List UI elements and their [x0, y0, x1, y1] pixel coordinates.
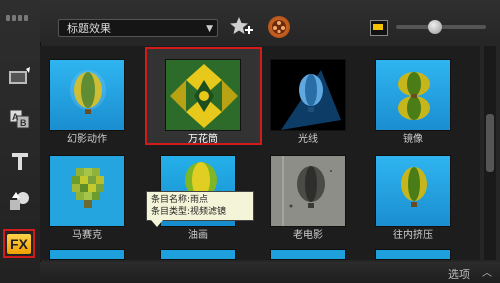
- effect-tile-7[interactable]: [270, 155, 346, 227]
- effect-tile-3[interactable]: [270, 59, 346, 131]
- library-toolbar: 标题效果 ▼: [40, 0, 500, 42]
- category-dropdown[interactable]: 标题效果 ▼: [58, 19, 218, 37]
- chevron-up-icon[interactable]: ︿: [480, 264, 494, 279]
- effect-tile-10[interactable]: [160, 249, 236, 260]
- graphics-icon[interactable]: [4, 186, 36, 216]
- chevron-down-icon: ▼: [206, 24, 213, 34]
- transition-icon[interactable]: A B: [4, 104, 36, 134]
- effect-tile-1[interactable]: [49, 59, 125, 131]
- add-favorite-icon[interactable]: [230, 16, 254, 38]
- effect-label-8: 往内挤压: [393, 230, 433, 241]
- view-mode-button[interactable]: [370, 20, 388, 36]
- effect-tile-12[interactable]: [375, 249, 451, 260]
- effect-label-2: 万花筒: [188, 134, 218, 145]
- options-button[interactable]: 选项: [448, 266, 470, 282]
- effect-tile-2[interactable]: [165, 59, 241, 131]
- film-reel-icon[interactable]: [268, 16, 290, 38]
- effect-tile-5[interactable]: [49, 155, 125, 227]
- library-sidebar: A B FX: [0, 0, 41, 283]
- media-icon[interactable]: [4, 62, 36, 92]
- effect-label-1: 幻影动作: [67, 134, 107, 145]
- svg-text:A: A: [12, 112, 19, 122]
- effect-tile-4[interactable]: [375, 59, 451, 131]
- category-selected-label: 标题效果: [67, 22, 111, 35]
- effect-label-3: 光线: [298, 134, 318, 145]
- slider-knob[interactable]: [428, 20, 442, 34]
- app-frame: A B FX 标题效果 ▼ 幻影动作 万花筒 光线 镜像 马赛克 油画 老电影 …: [0, 0, 500, 283]
- effect-tile-11[interactable]: [270, 249, 346, 260]
- effect-label-4: 镜像: [403, 134, 423, 145]
- svg-text:B: B: [20, 118, 27, 128]
- thumbnail-size-slider[interactable]: [396, 20, 486, 34]
- scrollbar-thumb[interactable]: [486, 114, 494, 172]
- view-mode-icon: [373, 24, 383, 30]
- grip-icon[interactable]: [6, 6, 32, 21]
- effect-label-7: 老电影: [293, 230, 323, 241]
- effect-tile-9[interactable]: [49, 249, 125, 260]
- filter-button[interactable]: FX: [3, 229, 35, 258]
- item-tooltip: 条目名称:雨点 条目类型:视频滤镜: [146, 191, 254, 227]
- bottom-bar: 选项 ︿: [40, 262, 500, 283]
- fx-icon: FX: [7, 233, 31, 254]
- effect-label-6: 油画: [188, 230, 208, 241]
- effect-tile-8[interactable]: [375, 155, 451, 227]
- effect-label-5: 马赛克: [72, 230, 102, 241]
- tooltip-type: 条目类型:视频滤镜: [151, 207, 227, 217]
- tooltip-name: 条目名称:雨点: [151, 195, 209, 205]
- title-icon[interactable]: [4, 146, 36, 176]
- vertical-scrollbar[interactable]: [484, 46, 496, 260]
